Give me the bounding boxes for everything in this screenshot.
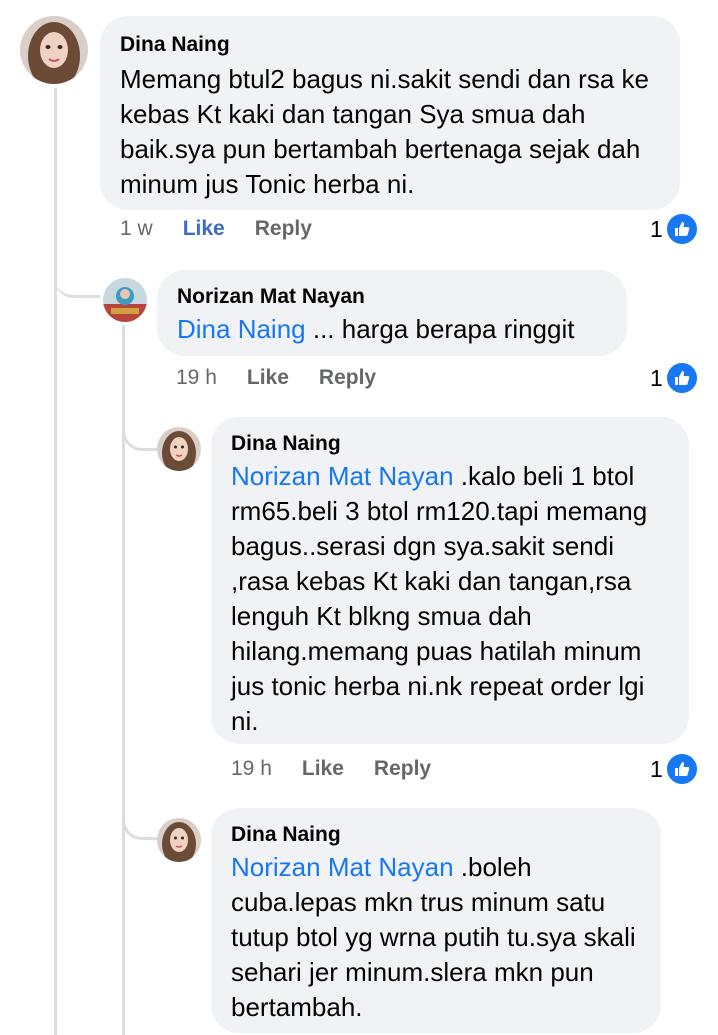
avatar[interactable]	[157, 427, 201, 471]
comment-text-body: .kalo beli 1 btol rm65.beli 3 btol rm120…	[231, 461, 648, 736]
avatar[interactable]	[103, 278, 147, 322]
profile-photo-icon	[20, 16, 88, 84]
avatar[interactable]	[20, 16, 88, 84]
comment-text: Dina Naing ... harga berapa ringgit	[177, 312, 607, 347]
mention-link[interactable]: Norizan Mat Nayan	[231, 461, 454, 491]
comment-text-body: ... harga berapa ringgit	[305, 314, 575, 344]
comment-bubble: Dina Naing Memang btul2 bagus ni.sakit s…	[100, 16, 680, 210]
comment-timestamp[interactable]: 1 w	[120, 217, 153, 241]
profile-photo-icon	[157, 427, 201, 471]
profile-photo-icon	[103, 278, 147, 322]
comment-timestamp[interactable]: 19 h	[176, 366, 217, 390]
reaction-count: 1	[650, 755, 663, 782]
comment-timestamp[interactable]: 19 h	[231, 757, 272, 781]
comment-text: Memang btul2 bagus ni.sakit sendi dan rs…	[120, 64, 649, 199]
comment-text: Norizan Mat Nayan .boleh cuba.lepas mkn …	[231, 850, 641, 1025]
reply-button[interactable]: Reply	[319, 366, 376, 390]
like-button[interactable]: Like	[302, 757, 344, 781]
comment-bubble: Dina Naing Norizan Mat Nayan .kalo beli …	[211, 417, 689, 744]
mention-link[interactable]: Norizan Mat Nayan	[231, 852, 454, 882]
reply-button[interactable]: Reply	[374, 757, 431, 781]
avatar[interactable]	[157, 818, 201, 862]
reaction-summary[interactable]: 1	[650, 361, 699, 395]
like-icon	[664, 752, 699, 786]
comment-actions: 1 w Like Reply	[120, 217, 312, 241]
reaction-summary[interactable]: 1	[650, 212, 699, 246]
comment-bubble: Norizan Mat Nayan Dina Naing ... harga b…	[157, 270, 627, 356]
thread-line-main	[54, 88, 57, 1035]
comment-actions: 19 h Like Reply	[231, 757, 431, 781]
comment-text: Norizan Mat Nayan .kalo beli 1 btol rm65…	[231, 459, 669, 739]
comment-author[interactable]: Dina Naing	[231, 431, 669, 457]
comment-author[interactable]: Norizan Mat Nayan	[177, 284, 607, 310]
thread-curve-reply-1	[54, 240, 100, 298]
comment-bubble: Dina Naing Norizan Mat Nayan .boleh cuba…	[211, 808, 661, 1033]
like-icon	[664, 361, 699, 395]
like-button[interactable]: Like	[247, 366, 289, 390]
like-icon	[664, 212, 699, 246]
thread-curve-reply-2	[122, 405, 158, 451]
like-button[interactable]: Like	[183, 217, 225, 241]
comment-author[interactable]: Dina Naing	[231, 822, 641, 848]
reaction-summary[interactable]: 1	[650, 752, 699, 786]
mention-link[interactable]: Dina Naing	[177, 314, 306, 344]
thread-curve-reply-3	[122, 790, 158, 840]
reaction-count: 1	[650, 364, 663, 391]
reaction-count: 1	[650, 215, 663, 242]
profile-photo-icon	[157, 818, 201, 862]
comment-author[interactable]: Dina Naing	[120, 32, 658, 58]
comment-actions: 19 h Like Reply	[176, 366, 376, 390]
reply-button[interactable]: Reply	[255, 217, 312, 241]
